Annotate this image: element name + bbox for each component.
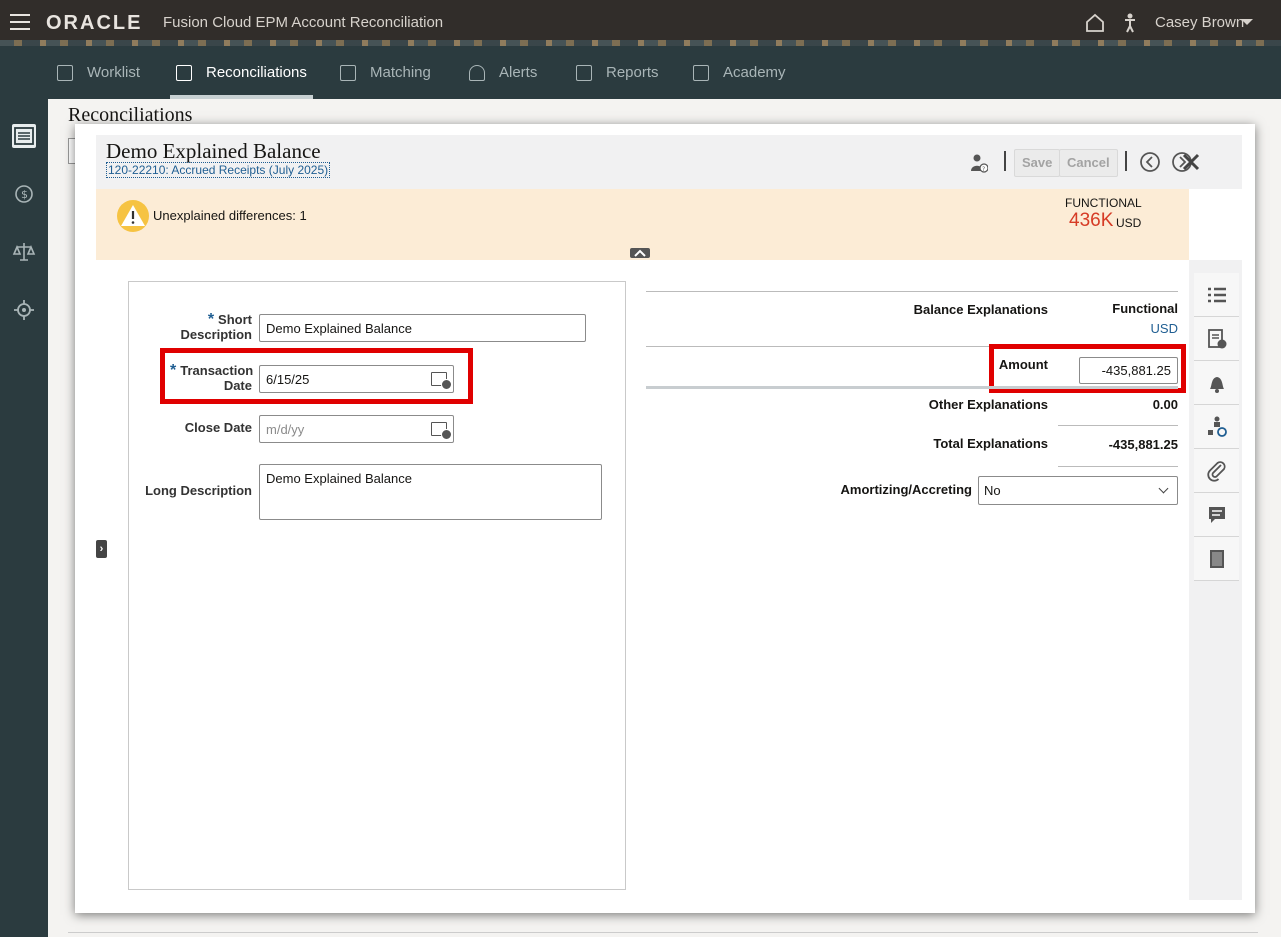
- left-rail: $: [0, 99, 48, 937]
- accessibility-icon[interactable]: [1122, 13, 1138, 33]
- long-description-field[interactable]: Demo Explained Balance: [259, 464, 602, 520]
- divider: [1058, 425, 1178, 426]
- total-explanations-value: -435,881.25: [1108, 437, 1178, 452]
- required-indicator: *: [207, 311, 215, 328]
- cancel-button[interactable]: Cancel: [1059, 149, 1118, 177]
- balance-scale-icon[interactable]: [12, 240, 36, 264]
- close-date-field[interactable]: m/d/yy: [259, 415, 454, 443]
- tab-alerts[interactable]: Alerts: [469, 46, 537, 99]
- divider: [68, 932, 1258, 933]
- calendar-icon[interactable]: [431, 372, 452, 390]
- collapse-icon[interactable]: [630, 248, 650, 258]
- tab-reconciliations[interactable]: Reconciliations: [170, 46, 313, 99]
- other-explanations-label: Other Explanations: [928, 397, 1048, 412]
- bell-icon: [1209, 376, 1224, 393]
- divider: [646, 386, 1178, 389]
- details-tab[interactable]: [1194, 317, 1239, 361]
- list-view-icon[interactable]: [12, 124, 36, 148]
- chevron-down-icon[interactable]: [1241, 19, 1253, 25]
- dialog-header: Demo Explained Balance 120-22210: Accrue…: [96, 135, 1242, 189]
- bell-icon: [469, 64, 485, 81]
- transaction-date-field[interactable]: 6/15/25: [259, 365, 454, 393]
- tab-academy[interactable]: Academy: [693, 46, 786, 99]
- worklist-icon: [57, 64, 73, 81]
- academy-icon: [693, 64, 709, 81]
- workflow-icon: [1207, 416, 1227, 437]
- expand-panel-icon[interactable]: ›: [96, 540, 107, 558]
- alerts-tab[interactable]: [1194, 361, 1239, 405]
- amortizing-accreting-select[interactable]: No: [978, 476, 1178, 505]
- divider: [646, 291, 1178, 292]
- currency-exchange-icon[interactable]: $: [12, 182, 36, 206]
- separator: [1004, 151, 1006, 171]
- functional-label: FUNCTIONAL: [1065, 196, 1142, 210]
- book-icon: [1209, 549, 1224, 568]
- product-name: Fusion Cloud EPM Account Reconciliation: [163, 14, 444, 31]
- attachments-tab[interactable]: [1194, 449, 1239, 493]
- svg-text:$: $: [21, 188, 28, 201]
- reconciliations-icon: [176, 64, 192, 81]
- functional-header: Functional: [1112, 301, 1178, 316]
- message-band: Unexplained differences: 1 FUNCTIONAL 43…: [96, 189, 1189, 260]
- home-icon[interactable]: [1085, 13, 1105, 33]
- history-tab[interactable]: [1194, 537, 1239, 581]
- amount-field[interactable]: -435,881.25: [1079, 357, 1178, 384]
- chevron-down-icon: [1158, 483, 1169, 494]
- paperclip-icon: [1206, 460, 1226, 482]
- comment-icon: [1208, 506, 1225, 523]
- other-explanations-value: 0.00: [1152, 397, 1178, 412]
- short-description-label: * Short Description: [180, 311, 252, 343]
- tab-reports[interactable]: Reports: [576, 46, 659, 99]
- list-icon: [1207, 287, 1226, 302]
- oracle-logo: ORACLE: [46, 12, 143, 34]
- calendar-icon[interactable]: [431, 422, 452, 440]
- close-icon[interactable]: [1180, 151, 1202, 173]
- warning-icon: [117, 200, 149, 232]
- document-info-icon: [1207, 328, 1226, 348]
- save-button[interactable]: Save: [1014, 149, 1061, 177]
- long-description-label: Long Description: [145, 483, 252, 498]
- transaction-date-label: * Transaction Date: [170, 362, 254, 394]
- dialog-title: Demo Explained Balance: [106, 139, 321, 163]
- workflow-tab[interactable]: [1194, 405, 1239, 449]
- comments-tab[interactable]: [1194, 493, 1239, 537]
- matching-icon: [340, 64, 356, 81]
- previous-icon[interactable]: [1140, 152, 1160, 172]
- user-help-icon[interactable]: ?: [970, 153, 988, 173]
- amortizing-accreting-label: Amortizing/Accreting: [840, 482, 972, 497]
- separator: [1125, 151, 1127, 171]
- user-menu[interactable]: Casey Brown: [1155, 14, 1244, 31]
- functional-unit: USD: [1116, 216, 1142, 230]
- close-date-label: Close Date: [184, 420, 252, 435]
- short-description-field[interactable]: Demo Explained Balance: [259, 314, 586, 342]
- side-panel-icons: [1194, 273, 1239, 581]
- menu-icon[interactable]: [10, 14, 30, 30]
- balance-explanations-label: Balance Explanations: [913, 302, 1048, 317]
- divider: [1058, 466, 1178, 467]
- svg-text:?: ?: [982, 166, 985, 173]
- currency-link[interactable]: USD: [1078, 321, 1178, 336]
- required-indicator: *: [170, 362, 177, 379]
- functional-value: 436K: [1069, 210, 1114, 231]
- total-explanations-label: Total Explanations: [933, 436, 1048, 451]
- reports-icon: [576, 64, 592, 81]
- properties-tab[interactable]: [1194, 273, 1239, 317]
- settings-search-icon[interactable]: [12, 298, 36, 322]
- tab-matching[interactable]: Matching: [340, 46, 431, 99]
- top-bar: ORACLE Fusion Cloud EPM Account Reconcil…: [0, 0, 1281, 46]
- reconciliation-link[interactable]: 120-22210: Accrued Receipts (July 2025): [106, 162, 331, 178]
- main-nav: Worklist Reconciliations Matching Alerts…: [0, 46, 1281, 99]
- tab-worklist[interactable]: Worklist: [57, 46, 140, 99]
- edit-explanation-dialog: Demo Explained Balance 120-22210: Accrue…: [75, 124, 1255, 913]
- amount-label: Amount: [998, 357, 1048, 372]
- unexplained-message: Unexplained differences: 1: [153, 208, 307, 223]
